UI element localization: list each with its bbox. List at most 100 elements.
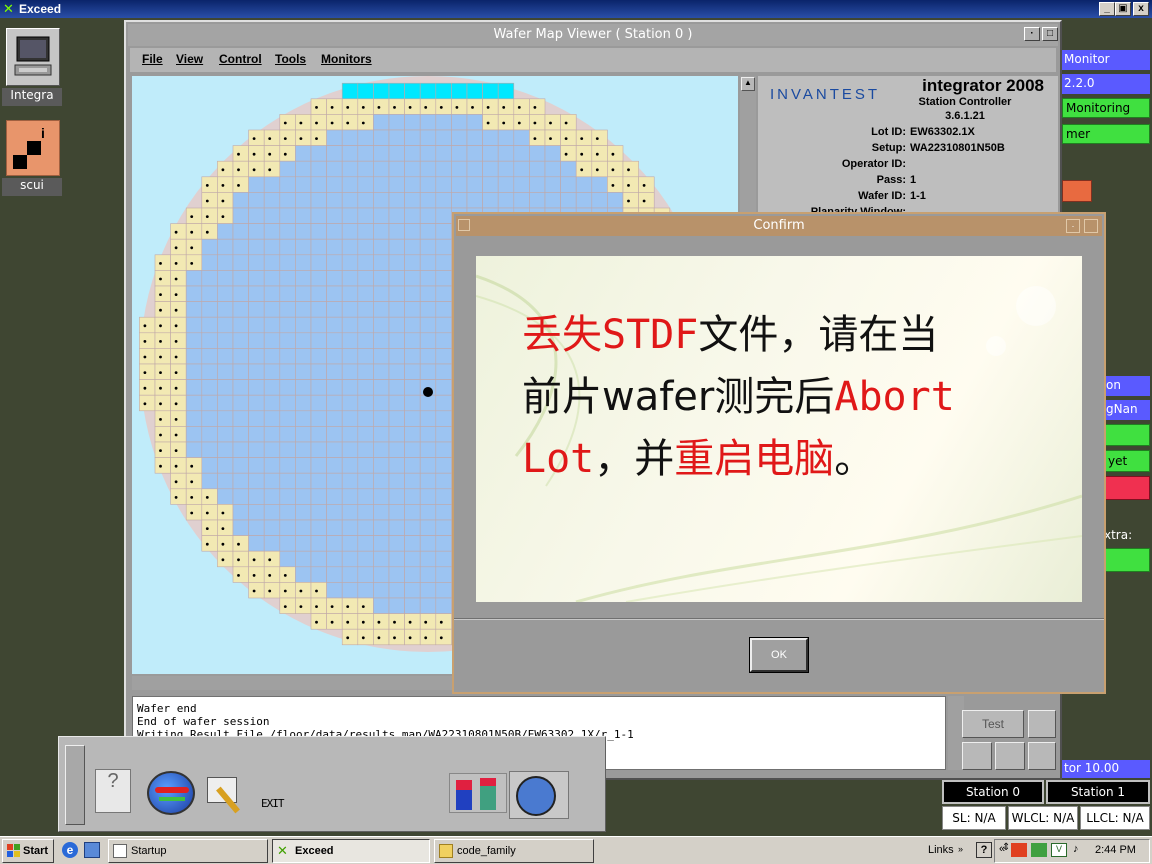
die-cell[interactable]: [310, 457, 327, 474]
die-cell[interactable]: [310, 316, 327, 334]
die-cell[interactable]: [279, 441, 296, 458]
die-cell[interactable]: [154, 348, 171, 365]
die-cell[interactable]: [201, 441, 218, 458]
die-cell[interactable]: [373, 316, 390, 334]
die-cell[interactable]: [435, 316, 452, 334]
die-cell[interactable]: [279, 472, 296, 490]
die-cell[interactable]: [560, 114, 577, 131]
die-cell[interactable]: [154, 316, 171, 334]
scroll-up-icon[interactable]: ▲: [741, 77, 755, 91]
die-cell[interactable]: [373, 410, 390, 427]
die-cell[interactable]: [326, 441, 343, 458]
die-cell[interactable]: [341, 82, 359, 100]
die-cell[interactable]: [326, 114, 343, 131]
die-cell[interactable]: [170, 316, 187, 334]
die-cell[interactable]: [529, 114, 546, 131]
die-cell[interactable]: [419, 519, 437, 536]
die-cell[interactable]: [388, 270, 405, 287]
die-cell[interactable]: [295, 457, 312, 474]
die-cell[interactable]: [201, 426, 218, 443]
die-cell[interactable]: [295, 129, 312, 146]
die-cell[interactable]: [295, 145, 312, 162]
die-cell[interactable]: [248, 426, 265, 443]
die-cell[interactable]: [279, 114, 296, 131]
die-cell[interactable]: [435, 270, 452, 287]
die-cell[interactable]: [404, 254, 421, 271]
die-cell[interactable]: [482, 176, 499, 193]
die-cell[interactable]: [560, 192, 577, 209]
die-cell[interactable]: [279, 254, 296, 271]
help-tray-icon[interactable]: ?: [976, 842, 992, 858]
die-cell[interactable]: [248, 457, 265, 474]
die-cell[interactable]: [451, 160, 468, 178]
die-cell[interactable]: [201, 254, 218, 271]
die-cell[interactable]: [185, 488, 203, 505]
die-cell[interactable]: [388, 160, 405, 178]
die-cell[interactable]: [310, 301, 327, 318]
die-cell[interactable]: [341, 98, 359, 115]
menu-monitors[interactable]: Monitors: [321, 52, 372, 66]
die-cell[interactable]: [373, 145, 390, 162]
die-cell[interactable]: [310, 394, 327, 412]
die-cell[interactable]: [404, 597, 421, 614]
die-cell[interactable]: [263, 285, 281, 302]
dialog-menu-icon[interactable]: [458, 219, 470, 231]
die-cell[interactable]: [341, 160, 359, 178]
die-cell[interactable]: [435, 535, 452, 552]
die-cell[interactable]: [404, 488, 421, 505]
die-cell[interactable]: [513, 145, 530, 162]
die-cell[interactable]: [435, 145, 452, 162]
die-cell[interactable]: [295, 363, 312, 380]
die-cell[interactable]: [326, 254, 343, 271]
die-cell[interactable]: [341, 207, 359, 224]
die-cell[interactable]: [217, 301, 234, 318]
die-cell[interactable]: [279, 316, 296, 334]
die-cell[interactable]: [373, 254, 390, 271]
die-cell[interactable]: [451, 114, 468, 131]
close-button[interactable]: x: [1133, 2, 1149, 16]
bar-chart-icon[interactable]: [449, 773, 507, 813]
die-cell[interactable]: [373, 394, 390, 412]
die-cell[interactable]: [232, 270, 249, 287]
die-cell[interactable]: [295, 238, 312, 256]
die-cell[interactable]: [217, 223, 234, 240]
die-cell[interactable]: [341, 192, 359, 209]
die-cell[interactable]: [279, 410, 296, 427]
die-cell[interactable]: [263, 129, 281, 146]
die-cell[interactable]: [310, 223, 327, 240]
die-cell[interactable]: [201, 394, 218, 412]
die-cell[interactable]: [217, 207, 234, 224]
die-cell[interactable]: [435, 394, 452, 412]
die-cell[interactable]: [201, 207, 218, 224]
die-cell[interactable]: [388, 426, 405, 443]
die-cell[interactable]: [357, 394, 374, 412]
maximize-button[interactable]: ▣: [1115, 2, 1131, 16]
die-cell[interactable]: [357, 332, 374, 349]
die-cell[interactable]: [217, 379, 234, 396]
die-cell[interactable]: [388, 410, 405, 427]
die-cell[interactable]: [419, 582, 437, 599]
die-cell[interactable]: [435, 472, 452, 490]
die-cell[interactable]: [232, 426, 249, 443]
die-cell[interactable]: [232, 566, 249, 583]
die-cell[interactable]: [185, 332, 203, 349]
v-tray-icon[interactable]: V: [1051, 843, 1067, 857]
die-cell[interactable]: [435, 160, 452, 178]
die-cell[interactable]: [466, 145, 483, 162]
die-cell[interactable]: [451, 145, 468, 162]
die-cell[interactable]: [232, 160, 249, 178]
die-cell[interactable]: [279, 379, 296, 396]
die-cell[interactable]: [248, 504, 265, 521]
die-cell[interactable]: [154, 410, 171, 427]
die-cell[interactable]: [310, 535, 327, 552]
die-cell[interactable]: [404, 285, 421, 302]
die-cell[interactable]: [591, 176, 608, 193]
die-cell[interactable]: [435, 192, 452, 209]
die-cell[interactable]: [154, 441, 171, 458]
die-cell[interactable]: [326, 426, 343, 443]
die-cell[interactable]: [388, 488, 405, 505]
die-cell[interactable]: [373, 160, 390, 178]
die-cell[interactable]: [607, 145, 624, 162]
die-cell[interactable]: [341, 488, 359, 505]
die-cell[interactable]: [357, 550, 374, 568]
